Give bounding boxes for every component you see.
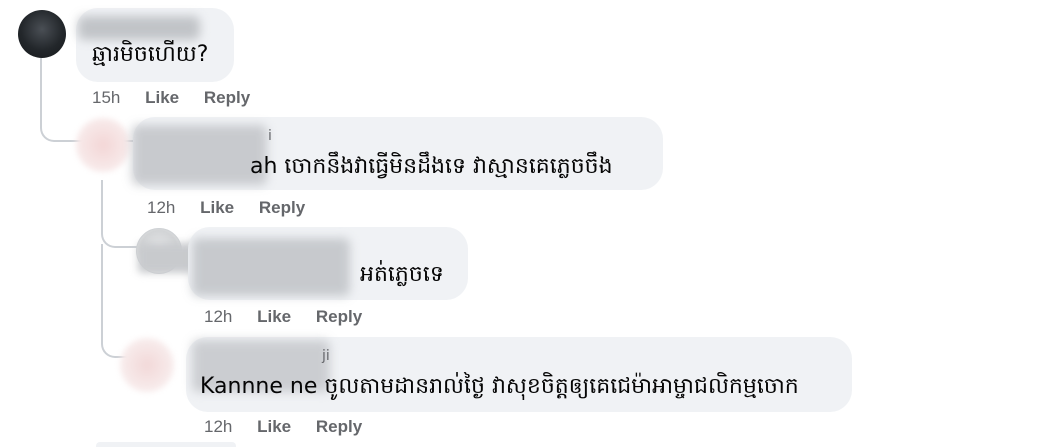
- comment-actions: 12h Like Reply: [204, 417, 382, 437]
- commenter-name-fragment: i: [268, 128, 272, 144]
- comment-timestamp[interactable]: 12h: [147, 198, 175, 218]
- like-button[interactable]: Like: [257, 417, 291, 437]
- comment-thread: ឆ្មារមិចហើយ? 15h Like Reply i ah ចោកនឹងវ…: [0, 0, 1050, 447]
- avatar[interactable]: [18, 10, 66, 58]
- avatar[interactable]: [76, 118, 130, 172]
- comment-timestamp[interactable]: 15h: [92, 88, 120, 108]
- comment-actions: 12h Like Reply: [147, 198, 325, 218]
- comment-text: ឆ្មារមិចហើយ?: [92, 42, 209, 67]
- comment-actions: 15h Like Reply: [92, 88, 270, 108]
- like-button[interactable]: Like: [145, 88, 179, 108]
- reply-connector-line: [101, 180, 143, 248]
- avatar[interactable]: [120, 338, 174, 392]
- comment-timestamp[interactable]: 12h: [204, 417, 232, 437]
- comment-timestamp[interactable]: 12h: [204, 307, 232, 327]
- like-button[interactable]: Like: [257, 307, 291, 327]
- comment-text: ah ចោកនឹងវាធ្វើមិនដឹងទេ វាស្មានគេភ្លេចចឹ…: [250, 154, 613, 179]
- commenter-name-redacted[interactable]: [192, 238, 350, 296]
- reply-button[interactable]: Reply: [316, 307, 362, 327]
- commenter-name-fragment: ji: [322, 348, 330, 364]
- next-comment-bubble-edge: [96, 442, 236, 447]
- comment-text: Kannne ne ចូលតាមដានរាល់ថ្ងៃ វាសុខចិត្តឲ្…: [200, 374, 799, 399]
- comment-text: អត់ភ្លេចទេ: [360, 262, 444, 287]
- commenter-name-redacted[interactable]: [78, 16, 200, 40]
- reply-button[interactable]: Reply: [316, 417, 362, 437]
- reply-button[interactable]: Reply: [259, 198, 305, 218]
- reply-button[interactable]: Reply: [204, 88, 250, 108]
- like-button[interactable]: Like: [200, 198, 234, 218]
- commenter-name-redacted[interactable]: [132, 125, 267, 185]
- comment-actions: 12h Like Reply: [204, 307, 382, 327]
